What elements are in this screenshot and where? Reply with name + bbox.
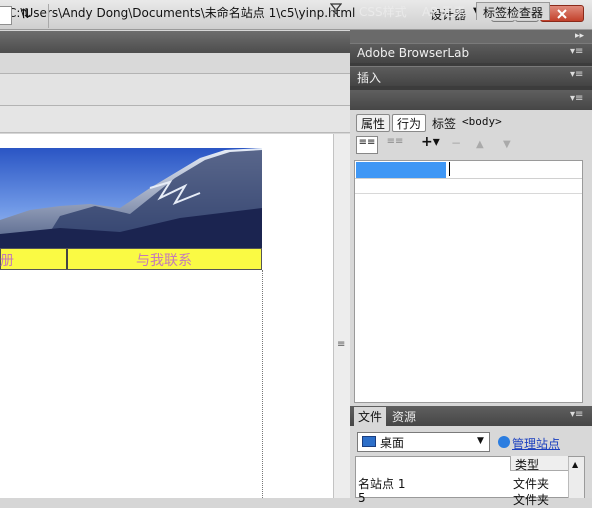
tab-css-styles[interactable]: CSS样式 — [353, 2, 413, 20]
layout-guide — [262, 270, 263, 498]
manage-sites-icon[interactable] — [498, 436, 510, 448]
file-row-type: 文件夹 — [513, 477, 550, 491]
files-panel-tabbar — [350, 406, 592, 426]
tag-panel-tabbar — [350, 90, 592, 110]
toolbar-divider — [48, 4, 49, 28]
document-path: C:\Users\Andy Dong\Documents\未命名站点 1\c5\… — [8, 6, 356, 20]
chevron-down-icon[interactable]: ▼ — [477, 436, 484, 446]
move-up-icon[interactable]: ▲ — [476, 139, 484, 157]
add-behavior-icon[interactable]: +▾ — [421, 134, 440, 152]
scroll-up-icon[interactable]: ▲ — [572, 460, 578, 469]
tag-label: 标签 — [432, 117, 457, 131]
desktop-icon — [362, 436, 376, 447]
sort-icon[interactable]: ⇅ — [20, 7, 31, 22]
attributes-button[interactable]: 属性 — [356, 114, 391, 132]
show-all-events-icon[interactable]: ≡≡ — [385, 136, 405, 154]
panel-menu-icon[interactable]: ▾≡ — [570, 93, 583, 104]
text-cursor — [449, 162, 450, 176]
column-header-type[interactable]: 类型 — [510, 456, 568, 472]
document-path-bar — [0, 31, 350, 53]
show-set-events-icon[interactable]: ≡≡ — [356, 136, 378, 154]
panel-menu-icon[interactable]: ▾≡ — [570, 69, 583, 80]
panel-menu-icon[interactable]: ▾≡ — [570, 46, 583, 57]
panel-menu-icon[interactable]: ▾≡ — [570, 409, 583, 420]
row-divider — [355, 193, 582, 194]
banner-image — [0, 148, 262, 248]
related-files-bar — [0, 53, 350, 74]
file-row-name[interactable]: 5 — [358, 491, 366, 505]
behaviors-button[interactable]: 行为 — [392, 114, 427, 132]
panel-dock-header — [350, 30, 592, 44]
scroll-grip-icon[interactable]: ≡ — [337, 339, 345, 350]
collapse-panels-icon[interactable]: ▸▸ — [575, 31, 584, 41]
browserlab-panel-header[interactable]: Adobe BrowserLab ▾≡ — [350, 43, 592, 63]
filter-icon[interactable] — [329, 3, 343, 18]
behaviors-list[interactable] — [354, 160, 583, 403]
toolbar-field[interactable] — [0, 6, 12, 25]
manage-sites-link[interactable]: 管理站点 — [512, 435, 560, 452]
insert-title: 插入 — [357, 71, 382, 85]
remove-behavior-icon[interactable]: − — [451, 136, 461, 154]
canvas-scrollbar[interactable] — [333, 134, 350, 498]
nav-link-partial[interactable]: 册 — [0, 250, 14, 270]
insert-panel-header[interactable]: 插入 ▾≡ — [350, 66, 592, 86]
close-icon — [557, 8, 567, 19]
tab-files[interactable]: 文件 — [354, 407, 387, 426]
selected-event-cell[interactable] — [356, 162, 446, 178]
site-select[interactable] — [357, 432, 490, 452]
file-row-type: 文件夹 — [513, 493, 550, 507]
tab-ap-elements[interactable]: AP 元素 — [416, 2, 471, 20]
tag-name: <body> — [462, 115, 502, 128]
ruler-bar — [0, 106, 350, 133]
document-toolbar — [0, 74, 350, 106]
nav-link-contact[interactable]: 与我联系 — [68, 250, 260, 270]
site-select-value: 桌面 — [380, 436, 405, 450]
tab-tag-inspector[interactable]: 标签检查器 — [476, 2, 551, 20]
browserlab-title: Adobe BrowserLab — [357, 46, 470, 60]
file-row-name[interactable]: 名站点 1 — [358, 475, 405, 492]
tab-assets[interactable]: 资源 — [392, 408, 416, 425]
move-down-icon[interactable]: ▼ — [503, 139, 511, 157]
